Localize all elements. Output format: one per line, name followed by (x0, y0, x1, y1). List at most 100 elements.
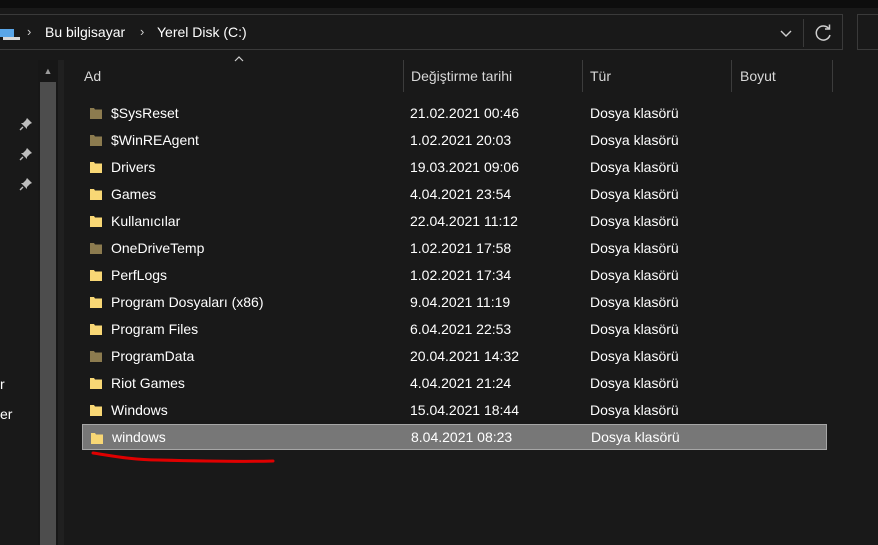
file-date: 20.04.2021 14:32 (410, 348, 519, 364)
file-type: Dosya klasörü (590, 267, 679, 283)
file-name: $WinREAgent (111, 132, 199, 148)
file-date: 1.02.2021 17:58 (410, 240, 512, 256)
scroll-up-arrow-icon[interactable]: ▲ (38, 64, 58, 78)
file-date: 21.02.2021 00:46 (410, 105, 519, 121)
file-type: Dosya klasörü (590, 348, 679, 364)
file-type: Dosya klasörü (590, 294, 679, 310)
nav-item-label-truncated[interactable]: r (0, 376, 5, 392)
file-row[interactable]: $SysReset 21.02.2021 00:46 Dosya klasörü (82, 100, 827, 126)
file-type: Dosya klasörü (590, 159, 679, 175)
address-bar[interactable]: › Bu bilgisayar › Yerel Disk (C:) (0, 14, 843, 50)
search-box[interactable] (857, 14, 878, 50)
file-date: 4.04.2021 21:24 (410, 375, 512, 391)
file-date: 22.04.2021 11:12 (410, 213, 518, 229)
folder-icon (90, 378, 102, 389)
file-row[interactable]: PerfLogs 1.02.2021 17:34 Dosya klasörü (82, 262, 827, 288)
file-date: 15.04.2021 18:44 (410, 402, 519, 418)
this-pc-icon (0, 29, 20, 40)
file-date: 9.04.2021 11:19 (410, 294, 511, 310)
address-divider (803, 19, 804, 47)
chevron-down-icon (780, 30, 792, 37)
address-history-dropdown[interactable] (772, 24, 800, 42)
file-row-selected[interactable]: windows 8.04.2021 08:23 Dosya klasörü (82, 424, 827, 450)
navigation-toolbar: › Bu bilgisayar › Yerel Disk (C:) (0, 8, 878, 60)
file-date: 19.03.2021 09:06 (410, 159, 519, 175)
folder-icon (90, 324, 102, 335)
folder-icon (90, 351, 102, 362)
file-row[interactable]: Kullanıcılar 22.04.2021 11:12 Dosya klasör… (82, 208, 827, 234)
file-name: Kullanıcılar (111, 213, 181, 229)
scroll-thumb[interactable] (40, 82, 56, 545)
file-row[interactable]: OneDriveTemp 1.02.2021 17:58 Dosya klasörü (82, 235, 827, 261)
file-row[interactable]: $WinREAgent 1.02.2021 20:03 Dosya klasörü (82, 127, 827, 153)
navigation-pane: r er (0, 60, 38, 545)
column-header-date[interactable]: Değiştirme tarihi (411, 60, 512, 92)
file-name: Drivers (111, 159, 156, 175)
folder-icon (90, 405, 102, 416)
file-date: 1.02.2021 20:03 (410, 132, 512, 148)
file-date: 1.02.2021 17:34 (410, 267, 512, 283)
folder-icon (90, 243, 102, 254)
column-header-type[interactable]: Tür (590, 60, 611, 92)
folder-icon (90, 189, 102, 200)
column-divider[interactable] (582, 60, 583, 92)
red-underline-annotation (91, 451, 275, 463)
column-divider[interactable] (731, 60, 732, 92)
file-row[interactable]: Riot Games 4.04.2021 21:24 Dosya klasörü (82, 370, 827, 396)
file-name: Games (111, 186, 157, 202)
pin-icon[interactable] (19, 177, 33, 191)
column-header-size[interactable]: Boyut (740, 60, 776, 92)
refresh-button[interactable] (810, 19, 838, 47)
file-name: PerfLogs (111, 267, 168, 283)
folder-icon (90, 270, 102, 281)
column-header-row: Ad Değiştirme tarihi Tür Boyut (64, 56, 878, 92)
window-top-edge (0, 0, 878, 8)
file-name: windows (112, 429, 166, 445)
breadcrumb-separator[interactable]: › (140, 24, 144, 39)
column-divider[interactable] (832, 60, 833, 92)
file-name: $SysReset (111, 105, 179, 121)
file-type: Dosya klasörü (590, 105, 679, 121)
file-row[interactable]: Program Dosyaları (x86) 9.04.2021 11:19 Do… (82, 289, 827, 315)
breadcrumb-this-pc[interactable]: Bu bilgisayar (45, 24, 125, 40)
file-type: Dosya klasörü (590, 375, 679, 391)
file-row[interactable]: Windows 15.04.2021 18:44 Dosya klasörü (82, 397, 827, 423)
folder-icon (90, 297, 102, 308)
file-row[interactable]: ProgramData 20.04.2021 14:32 Dosya klasörü (82, 343, 827, 369)
file-row[interactable]: Drivers 19.03.2021 09:06 Dosya klasörü (82, 154, 827, 180)
file-name: Riot Games (111, 375, 185, 391)
file-row[interactable]: Program Files 6.04.2021 22:53 Dosya klasör… (82, 316, 827, 342)
breadcrumb-separator[interactable]: › (27, 24, 31, 39)
file-type: Dosya klasörü (590, 186, 679, 202)
folder-icon (90, 135, 102, 146)
folder-icon (90, 216, 102, 227)
file-date: 4.04.2021 23:54 (410, 186, 512, 202)
file-row[interactable]: Games 4.04.2021 23:54 Dosya klasörü (82, 181, 827, 207)
nav-scrollbar[interactable]: ▲ (38, 60, 58, 545)
file-date: 8.04.2021 08:23 (411, 429, 513, 445)
file-name: Program Dosyaları (x86) (111, 294, 264, 310)
nav-item-label-truncated[interactable]: er (0, 406, 12, 422)
file-type: Dosya klasörü (590, 321, 679, 337)
file-date: 6.04.2021 22:53 (410, 321, 512, 337)
column-header-name[interactable]: Ad (84, 60, 101, 92)
pin-icon[interactable] (19, 147, 33, 161)
file-type: Dosya klasörü (590, 213, 679, 229)
file-type: Dosya klasörü (590, 132, 679, 148)
file-name: Program Files (111, 321, 199, 337)
breadcrumb-local-disk[interactable]: Yerel Disk (C:) (157, 24, 247, 40)
file-name: Windows (111, 402, 168, 418)
file-type: Dosya klasörü (590, 402, 679, 418)
sort-ascending-icon (234, 54, 244, 64)
refresh-icon (815, 24, 831, 41)
pin-icon[interactable] (19, 117, 33, 131)
folder-icon (90, 162, 102, 173)
file-list: Ad Değiştirme tarihi Tür Boyut $SysReset… (64, 56, 878, 545)
folder-icon (90, 108, 102, 119)
file-type: Dosya klasörü (590, 240, 679, 256)
file-name: ProgramData (111, 348, 195, 364)
file-name: OneDriveTemp (111, 240, 205, 256)
folder-icon (91, 433, 103, 444)
column-divider[interactable] (403, 60, 404, 92)
file-type: Dosya klasörü (591, 429, 680, 445)
